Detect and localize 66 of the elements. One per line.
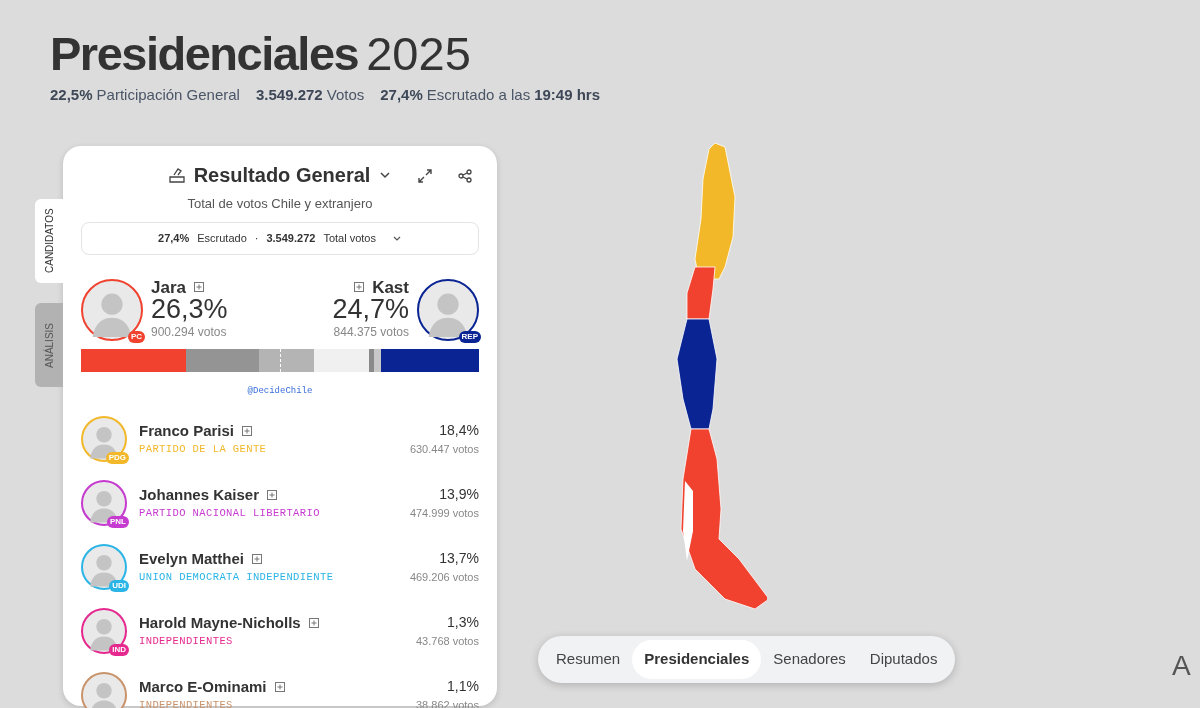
- summary-bar[interactable]: 27,4% Escrutado · 3.549.272 Total votos: [81, 221, 479, 255]
- expand-box-icon[interactable]: [354, 282, 365, 293]
- corner-text: A: [1172, 649, 1191, 683]
- candidate-name: Kast: [372, 278, 409, 296]
- side-tab[interactable]: CANDIDATOS: [35, 199, 63, 284]
- vote-percent: 13,7%: [438, 548, 479, 568]
- credit-text: @DecideChile: [247, 385, 313, 396]
- nav-tab[interactable]: Presidenciales: [632, 640, 762, 679]
- vote-count: 630.447 votos: [409, 441, 479, 457]
- stat-figure: 3.549.272: [255, 84, 323, 105]
- party-label: UDI: [109, 580, 129, 592]
- vote-count: 474.999 votos: [409, 505, 479, 521]
- party-name: UNION DEMOCRATA INDEPENDIENTE: [139, 570, 335, 586]
- vote-percent: 24,7%: [332, 295, 409, 323]
- vote-percent: 1,3%: [446, 612, 479, 632]
- panel-subtitle: Total de votos Chile y extranjero: [186, 195, 374, 214]
- nav-tab[interactable]: Diputados: [857, 640, 950, 679]
- expand-box-icon[interactable]: [308, 617, 319, 628]
- panel-title: Resultado General: [193, 163, 371, 189]
- expand-box-icon[interactable]: [274, 681, 285, 692]
- stat-text: Escrutado a las: [426, 84, 531, 105]
- total-votes-label: Total votos: [323, 230, 376, 246]
- vote-count: 469.206 votos: [409, 569, 479, 585]
- share-icon[interactable]: [457, 168, 473, 185]
- stat-figure: 27,4%: [380, 84, 423, 105]
- separator-dot: ·: [254, 230, 259, 246]
- total-votes: 3.549.272: [266, 230, 316, 246]
- year-text: 2025: [366, 28, 471, 80]
- party-label: PDG: [105, 452, 129, 464]
- stat-text: Votos: [326, 84, 365, 105]
- candidate-name: Johannes Kaiser: [139, 484, 260, 505]
- expand-icon[interactable]: [417, 168, 433, 185]
- vote-count: 900.294 votos: [151, 323, 228, 341]
- expand-box-icon[interactable]: [267, 489, 278, 500]
- party-name: PARTIDO DE LA GENTE: [139, 442, 268, 458]
- party-label: REP: [458, 331, 481, 343]
- side-tab[interactable]: ANÁLISIS: [35, 303, 63, 388]
- ballot-icon: [167, 166, 186, 185]
- party-name: PARTIDO NACIONAL LIBERTARIO: [139, 506, 321, 522]
- stat-text: Participación General: [96, 84, 240, 105]
- scrutiny-percent: 27,4%: [158, 230, 190, 246]
- vote-percent: 13,9%: [438, 484, 479, 504]
- party-name: INDEPENDIENTES: [139, 634, 234, 650]
- scrutiny-label: Escrutado: [197, 230, 247, 246]
- vote-percent: 26,3%: [151, 295, 228, 323]
- party-label: IND: [109, 644, 129, 656]
- candidate-name: Jara: [151, 278, 186, 296]
- party-label: PNL: [107, 516, 129, 528]
- vote-percent: 18,4%: [438, 420, 479, 440]
- page-title: Presidenciales: [50, 28, 359, 80]
- candidate-name: Evelyn Matthei: [139, 548, 245, 569]
- stat-time: 19:49 hrs: [534, 84, 601, 105]
- party-label: PC: [127, 331, 145, 343]
- nav-tab[interactable]: Resumen: [544, 640, 633, 679]
- vote-percent: 1,1%: [446, 676, 479, 696]
- candidate-name: Marco E-Ominami: [139, 676, 267, 697]
- candidate-name: Harold Mayne-Nicholls: [139, 612, 301, 633]
- candidate-name: Franco Parisi: [139, 420, 235, 441]
- expand-box-icon[interactable]: [252, 553, 263, 564]
- party-name: INDEPENDIENTES: [139, 698, 234, 708]
- stat-figure: 22,5%: [50, 84, 93, 105]
- expand-box-icon[interactable]: [242, 425, 253, 436]
- expand-box-icon[interactable]: [194, 282, 204, 293]
- vote-count: 844.375 votos: [332, 323, 409, 341]
- nav-tab[interactable]: Senadores: [761, 640, 858, 679]
- vote-count: 43.768 votos: [416, 633, 479, 649]
